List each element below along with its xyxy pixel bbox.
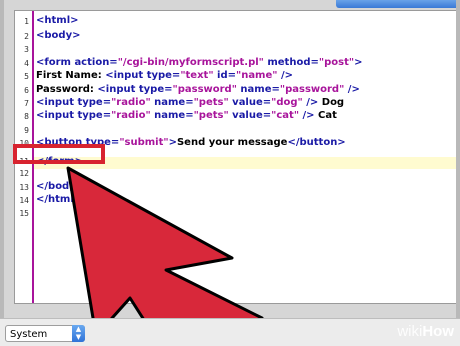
pointer-arrow-icon [66, 166, 264, 345]
syntax-select[interactable]: System ▲ ▼ [5, 325, 85, 342]
wikihow-logo: wikiHow [397, 323, 454, 340]
logo-how: How [422, 323, 454, 340]
logo-wiki: wiki [397, 323, 423, 340]
select-arrows-icon: ▲ ▼ [72, 325, 85, 342]
syntax-select-value: System [10, 329, 48, 340]
status-bar: System ▲ ▼ [0, 318, 460, 346]
